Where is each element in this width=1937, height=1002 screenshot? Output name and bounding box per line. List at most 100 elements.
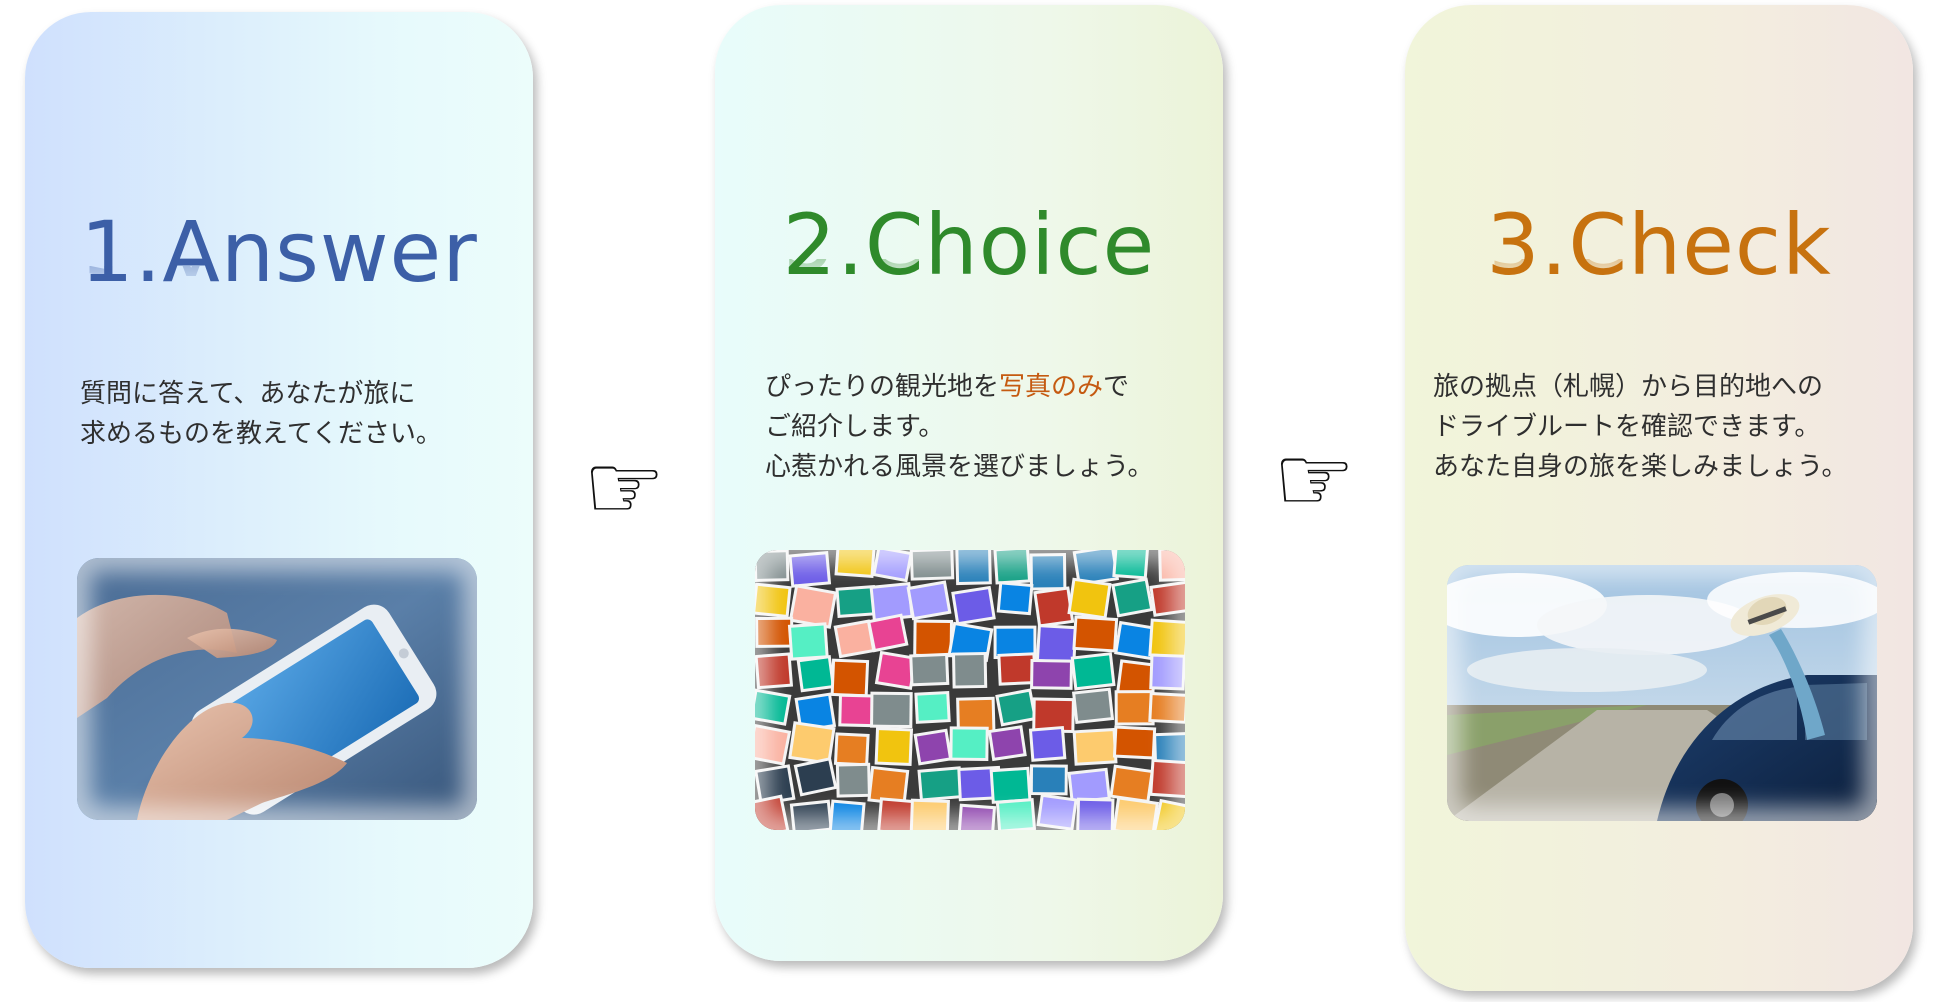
collage-photo — [955, 655, 985, 686]
collage-photo-frame — [1158, 550, 1185, 582]
collage-photo — [755, 691, 788, 723]
collage-photo-frame — [1072, 550, 1120, 587]
collage-photo-frame — [1036, 793, 1078, 830]
smartphone-image — [77, 558, 477, 820]
collage-photo-frame — [755, 723, 792, 766]
collage-photo — [757, 655, 790, 687]
collage-photo-frame — [833, 732, 870, 767]
collage-photo — [791, 625, 826, 658]
collage-photo-frame — [1148, 618, 1185, 659]
collage-photo-frame — [995, 688, 1038, 727]
collage-photo — [1152, 762, 1185, 796]
collage-photo — [1156, 735, 1185, 765]
collage-photo-frame — [1112, 550, 1150, 580]
collage-photo-frame — [951, 651, 988, 689]
collage-photo-frame — [1028, 725, 1067, 762]
collage-photo — [1033, 662, 1070, 687]
collage-photo-frame — [909, 550, 955, 581]
collage-photo — [880, 800, 920, 830]
step-title-answer-reflection: 1.Answer — [25, 266, 533, 294]
collage-photo-frame — [1071, 687, 1115, 725]
collage-photo — [996, 628, 1034, 657]
collage-photo — [1114, 580, 1151, 614]
collage-photo — [758, 619, 791, 645]
collage-photo — [1073, 655, 1113, 688]
collage-photo — [755, 798, 787, 830]
collage-photo — [837, 735, 867, 764]
collage-photo — [958, 550, 989, 583]
collage-photo-frame — [794, 692, 837, 733]
collage-photo-frame — [867, 613, 909, 653]
collage-photo — [954, 589, 993, 622]
collage-photo-frame — [997, 652, 1037, 686]
collage-photo — [1161, 550, 1185, 579]
step-title-check-reflection: 3.Check — [1405, 259, 1913, 287]
collage-photo-frame — [993, 625, 1037, 660]
collage-photo — [1152, 583, 1185, 614]
collage-photo-frame — [1076, 797, 1115, 830]
collage-photo — [1032, 556, 1064, 588]
collage-photo — [1115, 550, 1146, 577]
step-title-choice-reflection: 2.Choice — [715, 259, 1223, 287]
collage-photo — [998, 801, 1033, 830]
collage-photo — [1152, 656, 1183, 688]
collage-photo-frame — [833, 619, 876, 659]
collage-photo-frame — [909, 652, 950, 687]
collage-photo-frame — [793, 757, 838, 797]
collage-photo — [797, 760, 834, 793]
collage-photo-frame — [989, 766, 1032, 804]
smartphone-photo — [77, 558, 477, 820]
collage-photo — [793, 802, 830, 830]
collage-photo-frame — [906, 580, 952, 621]
desc-line: あなた自身の旅を楽しみましょう。 — [1433, 452, 1848, 482]
collage-photo — [877, 730, 910, 763]
collage-photo — [837, 622, 872, 655]
collage-photo — [757, 767, 793, 803]
collage-photo — [909, 583, 949, 617]
collage-photo — [756, 552, 787, 579]
collage-photo-frame — [755, 688, 792, 726]
collage-image — [755, 550, 1185, 830]
collage-photo — [831, 802, 863, 830]
collage-photo — [875, 550, 910, 579]
collage-photo — [912, 801, 947, 830]
collage-photo-frame — [877, 797, 923, 830]
collage-photo — [916, 732, 949, 763]
collage-photo — [1032, 767, 1065, 793]
collage-photo-frame — [835, 762, 871, 798]
step-card-answer: 1.Answer 1.Answer 質問に答えて、あなたが旅に 求めるものを教え… — [25, 12, 533, 968]
desc-line: ご紹介します。 — [765, 412, 945, 442]
collage-photo-frame — [755, 652, 794, 690]
collage-photo — [755, 585, 789, 615]
collage-photo-frame — [1029, 764, 1068, 796]
collage-photo-frame — [838, 693, 877, 728]
collage-photo-frame — [788, 584, 838, 629]
collage-photo-frame — [917, 766, 964, 802]
collage-photo-frame — [947, 621, 994, 663]
collage-photo-frame — [1149, 653, 1185, 691]
collage-photo-frame — [1114, 620, 1158, 661]
collage-photo-frame — [1153, 732, 1185, 768]
collage-photo — [791, 724, 833, 762]
collage-photo-frame — [788, 721, 836, 765]
collage-photo — [1036, 589, 1071, 625]
collage-photo — [916, 622, 950, 655]
collage-photo-frame — [957, 765, 1002, 802]
collage-photo — [1038, 627, 1075, 661]
collage-photo — [837, 550, 873, 575]
collage-photo-frame — [1115, 659, 1158, 702]
collage-photo-frame — [755, 616, 794, 648]
collage-photo — [920, 769, 960, 799]
collage-photo-frame — [1149, 758, 1185, 799]
collage-photo — [1116, 728, 1154, 757]
collage-photo-frame — [1152, 798, 1185, 830]
collage-photo-frame — [1030, 658, 1074, 690]
desc-line: 旅の拠点（札幌）から目的地への — [1433, 372, 1824, 402]
collage-photo — [797, 695, 833, 729]
collage-photo-frame — [830, 658, 870, 698]
collage-photo-frame — [796, 655, 835, 693]
collage-photo — [1076, 550, 1116, 583]
collage-photo — [959, 699, 993, 732]
collage-photo-frame — [914, 690, 951, 724]
collage-photo — [1156, 802, 1185, 830]
